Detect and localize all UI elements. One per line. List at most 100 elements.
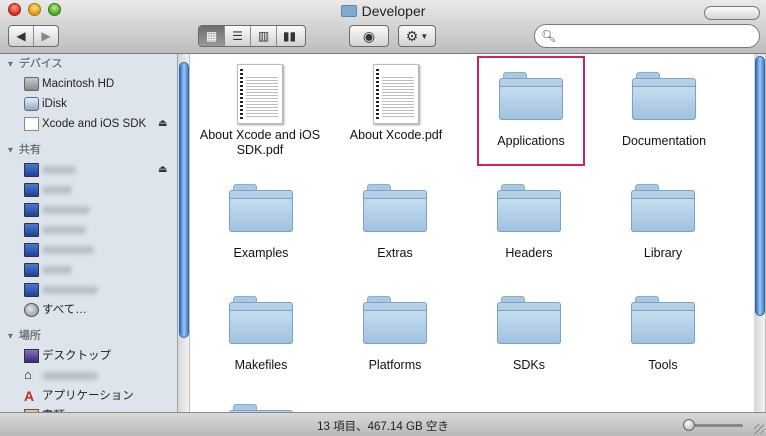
file-name: Tools [648, 358, 678, 372]
column-view-button[interactable]: ▥ [251, 26, 277, 46]
gear-icon: ⚙ [405, 27, 419, 44]
view-mode-control: ▦ ☰ ▥ ▮▮ [198, 25, 306, 47]
forward-arrow-icon: ▶ [41, 29, 51, 43]
folder-icon [499, 72, 563, 120]
quicklook-button[interactable]: ◉ [349, 25, 389, 47]
desktop-icon [24, 349, 39, 363]
sidebar-item-shared-computer[interactable]: ⏏ [0, 160, 177, 180]
disk-image-icon [24, 117, 39, 131]
computer-icon [24, 183, 39, 197]
disclosure-triangle-icon: ▼ [6, 331, 15, 341]
search-icon: 🔍︎ [541, 29, 557, 43]
sidebar-item-shared-computer[interactable] [0, 260, 177, 280]
folder-item-library[interactable]: Library [596, 184, 730, 261]
obscured-name [42, 186, 72, 194]
file-name: SDKs [513, 358, 545, 372]
folder-icon [631, 184, 695, 232]
obscured-name [42, 206, 90, 214]
sidebar-item-label: デスクトップ [42, 350, 111, 362]
sidebar: ▼ デバイス Macintosh HD iDisk Xcode and iOS S… [0, 54, 178, 412]
file-name: Examples [233, 246, 289, 260]
sidebar-section-shared[interactable]: ▼ 共有 [0, 140, 177, 160]
computer-icon [24, 243, 39, 257]
sidebar-item-label: iDisk [42, 98, 67, 110]
sidebar-scroll-thumb[interactable] [179, 62, 189, 338]
file-item-pdf[interactable]: About Xcode and iOS SDK.pdf [193, 64, 327, 158]
disclosure-triangle-icon: ▼ [6, 59, 15, 69]
sidebar-section-devices[interactable]: ▼ デバイス [0, 54, 177, 74]
computer-icon [24, 163, 39, 177]
sidebar-item-applications[interactable]: A アプリケーション [0, 386, 177, 406]
eject-icon[interactable]: ⏏ [158, 114, 167, 134]
action-menu-button[interactable]: ⚙ ▼ [398, 25, 436, 47]
icon-view-button[interactable]: ▦ [199, 26, 225, 46]
folder-item-applications[interactable]: Applications [464, 72, 598, 149]
coverflow-view-icon: ▮▮ [282, 29, 297, 43]
sidebar-item-desktop[interactable]: デスクトップ [0, 346, 177, 366]
back-button[interactable]: ◀ [9, 26, 34, 46]
eject-icon[interactable]: ⏏ [158, 160, 167, 180]
sidebar-item-shared-computer[interactable] [0, 200, 177, 220]
file-icon-view: About Xcode and iOS SDK.pdf About Xcode.… [190, 54, 754, 412]
content-scroll-thumb[interactable] [755, 56, 765, 316]
folder-item-extras[interactable]: Extras [328, 184, 462, 261]
folder-item-documentation[interactable]: Documentation [597, 72, 731, 149]
back-forward-control: ◀ ▶ [8, 25, 59, 47]
forward-button[interactable]: ▶ [34, 26, 58, 46]
sidebar-item-label: Macintosh HD [42, 78, 115, 90]
sidebar-item-idisk[interactable]: iDisk [0, 94, 177, 114]
resize-grip-icon[interactable] [754, 424, 764, 434]
sidebar-item-all-network[interactable]: すべて… [0, 300, 177, 320]
folder-item-tools[interactable]: Tools [596, 296, 730, 373]
folder-icon [229, 404, 293, 412]
file-name: Makefiles [234, 358, 288, 372]
sidebar-section-places[interactable]: ▼ 場所 [0, 326, 177, 346]
file-name: About Xcode.pdf [349, 128, 443, 142]
column-view-icon: ▥ [257, 29, 270, 43]
folder-item-partial[interactable] [194, 404, 328, 412]
toolbar-toggle-button[interactable] [704, 6, 760, 20]
search-input[interactable] [559, 28, 759, 44]
hard-disk-icon [24, 77, 39, 91]
folder-item-makefiles[interactable]: Makefiles [194, 296, 328, 373]
sidebar-item-xcode-sdk[interactable]: Xcode and iOS SDK ⏏ [0, 114, 177, 134]
chevron-down-icon: ▼ [420, 31, 429, 41]
window-title-text: Developer [361, 3, 426, 19]
disclosure-triangle-icon: ▼ [6, 145, 15, 155]
section-header: 場所 [18, 330, 41, 342]
sidebar-item-shared-computer[interactable] [0, 220, 177, 240]
file-name: Extras [377, 246, 413, 260]
window-title: Developer [0, 3, 766, 19]
section-header: 共有 [18, 144, 41, 156]
file-item-pdf[interactable]: About Xcode.pdf [329, 64, 463, 143]
coverflow-view-button[interactable]: ▮▮ [277, 26, 302, 46]
back-arrow-icon: ◀ [16, 29, 26, 43]
eye-icon: ◉ [362, 27, 376, 44]
folder-item-sdks[interactable]: SDKs [462, 296, 596, 373]
computer-icon [24, 203, 39, 217]
folder-item-platforms[interactable]: Platforms [328, 296, 462, 373]
slider-knob[interactable] [683, 419, 695, 431]
sidebar-item-shared-computer[interactable] [0, 180, 177, 200]
search-field[interactable]: 🔍︎ [534, 24, 760, 48]
list-view-icon: ☰ [232, 29, 243, 43]
folder-icon [229, 184, 293, 232]
status-bar: 13 項目、467.14 GB 空き [0, 412, 766, 436]
folder-item-examples[interactable]: Examples [194, 184, 328, 261]
sidebar-item-home[interactable]: ⌂ [0, 366, 177, 386]
sidebar-item-shared-computer[interactable] [0, 240, 177, 260]
computer-icon [24, 223, 39, 237]
computer-icon [24, 263, 39, 277]
sidebar-item-label: アプリケーション [42, 390, 134, 402]
folder-icon [363, 184, 427, 232]
sidebar-item-macintosh-hd[interactable]: Macintosh HD [0, 74, 177, 94]
obscured-name [42, 372, 98, 380]
folder-icon [497, 184, 561, 232]
icon-size-slider[interactable] [683, 419, 743, 431]
folder-item-headers[interactable]: Headers [462, 184, 596, 261]
sidebar-item-shared-computer[interactable] [0, 280, 177, 300]
content-scrollbar[interactable] [754, 54, 766, 412]
list-view-button[interactable]: ☰ [225, 26, 251, 46]
sidebar-scrollbar[interactable] [178, 54, 190, 412]
file-name: Platforms [368, 358, 422, 372]
